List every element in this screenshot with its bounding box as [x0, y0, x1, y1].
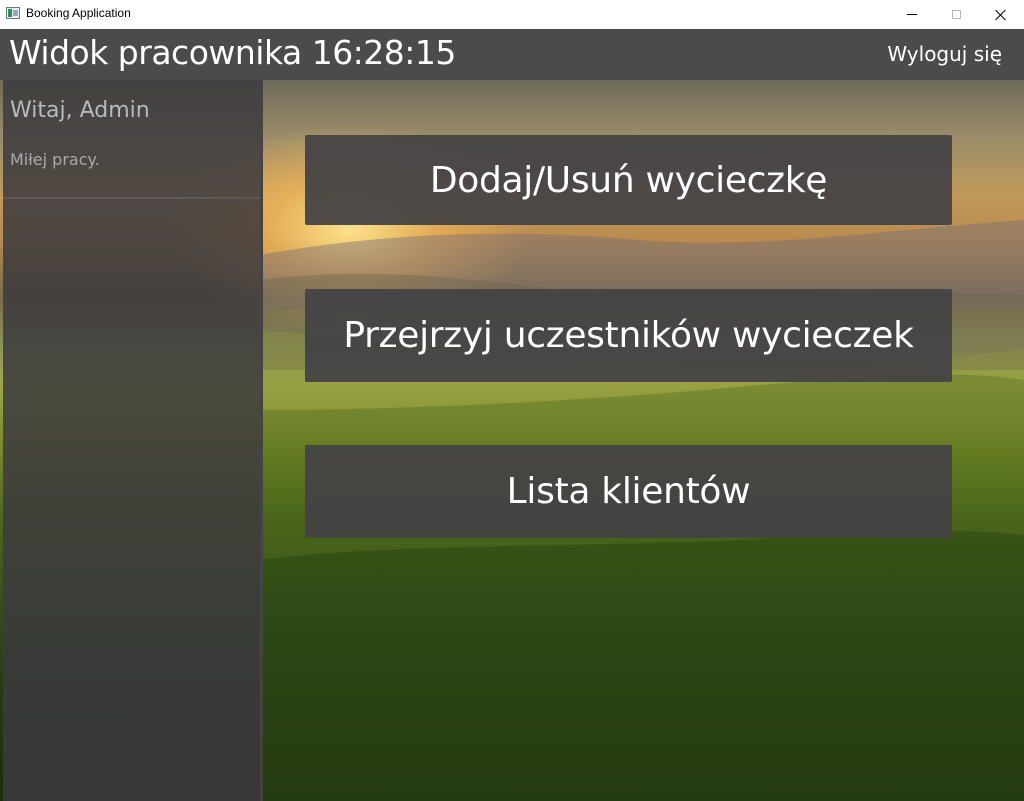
logout-button[interactable]: Wyloguj się — [887, 42, 1002, 66]
minimize-icon — [907, 14, 917, 15]
close-icon — [995, 9, 1007, 21]
greeting-subtext: Miłej pracy. — [10, 150, 100, 169]
title-bar: Booking Application — [0, 0, 1024, 29]
app-header: Widok pracownika 16:28:15 Wyloguj się — [0, 29, 1024, 80]
page-title: Widok pracownika 16:28:15 — [9, 33, 456, 72]
manage-trips-button[interactable]: Dodaj/Usuń wycieczkę — [305, 135, 952, 225]
minimize-button[interactable] — [889, 0, 935, 29]
sidebar-divider — [3, 197, 260, 199]
window-title: Booking Application — [26, 6, 131, 20]
maximize-button[interactable] — [933, 0, 979, 29]
close-button[interactable] — [978, 0, 1024, 29]
client-list-button[interactable]: Lista klientów — [305, 445, 952, 538]
view-participants-button[interactable]: Przejrzyj uczestników wycieczek — [305, 289, 952, 382]
app-window: Booking Application Widok pracownika 16:… — [0, 0, 1024, 801]
maximize-icon — [951, 10, 961, 19]
app-icon — [6, 7, 20, 19]
greeting-text: Witaj, Admin — [10, 98, 150, 123]
sidebar: Witaj, Admin Miłej pracy. — [3, 80, 263, 801]
